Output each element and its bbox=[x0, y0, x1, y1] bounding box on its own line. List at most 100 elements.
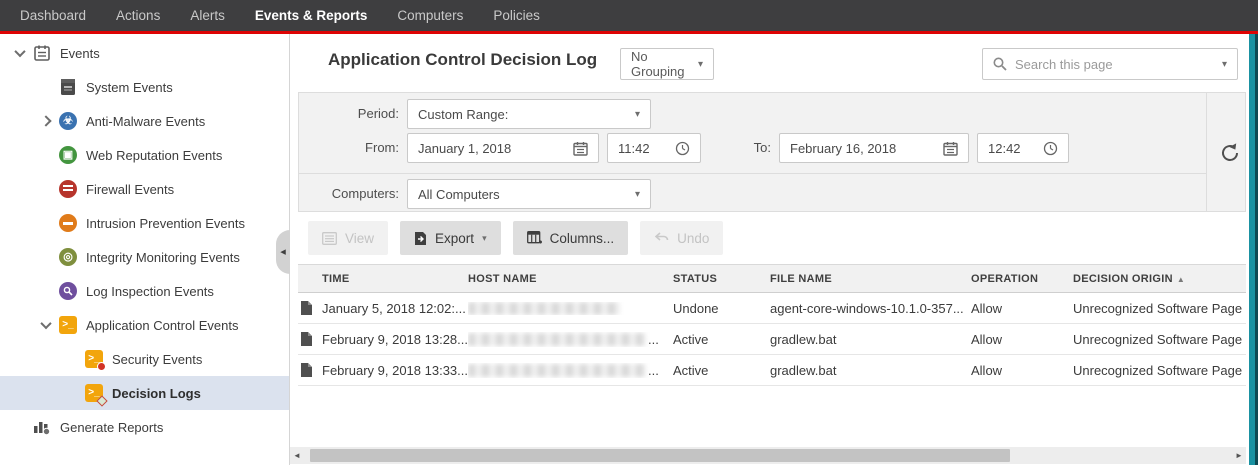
view-button[interactable]: View bbox=[308, 221, 388, 255]
sidebar-item-log-inspection-events[interactable]: Log Inspection Events bbox=[0, 274, 289, 308]
cell-time: January 5, 2018 12:02:... bbox=[322, 301, 468, 316]
expand-chevron-down-icon[interactable] bbox=[34, 321, 58, 329]
column-header-time[interactable]: TIME bbox=[322, 273, 468, 285]
expand-chevron-down-icon[interactable] bbox=[8, 49, 32, 57]
sidebar-item-label: Firewall Events bbox=[86, 182, 174, 197]
export-button-label: Export bbox=[435, 231, 474, 246]
from-time-input[interactable]: 11:42 bbox=[607, 133, 701, 163]
nav-actions[interactable]: Actions bbox=[116, 8, 160, 23]
sidebar-item-label: Generate Reports bbox=[60, 420, 163, 435]
refresh-icon bbox=[1218, 141, 1242, 165]
filter-vertical-divider bbox=[1206, 93, 1207, 213]
chevron-down-icon: ▾ bbox=[482, 233, 487, 244]
sidebar-item-application-control-events[interactable]: >_ Application Control Events bbox=[0, 308, 289, 342]
filter-divider bbox=[299, 173, 1206, 174]
redacted-host-name bbox=[468, 302, 620, 315]
column-header-file-name[interactable]: FILE NAME bbox=[770, 273, 971, 285]
grouping-dropdown[interactable]: No Grouping ▾ bbox=[620, 48, 714, 80]
view-button-label: View bbox=[345, 231, 374, 246]
calendar-icon[interactable] bbox=[573, 141, 588, 156]
filter-panel: Period: Custom Range: ▾ From: January 1,… bbox=[298, 92, 1246, 212]
sidebar-item-web-reputation-events[interactable]: ▣ Web Reputation Events bbox=[0, 138, 289, 172]
page-header: Application Control Decision Log No Grou… bbox=[290, 34, 1246, 92]
sidebar-item-intrusion-prevention-events[interactable]: Intrusion Prevention Events bbox=[0, 206, 289, 240]
to-label: To: bbox=[701, 133, 771, 163]
chevron-down-icon: ▾ bbox=[635, 189, 640, 200]
nav-alerts[interactable]: Alerts bbox=[190, 8, 225, 23]
period-select[interactable]: Custom Range: ▾ bbox=[407, 99, 651, 129]
to-date-input[interactable]: February 16, 2018 bbox=[779, 133, 969, 163]
cell-decision-origin: Unrecognized Software Page bbox=[1073, 363, 1246, 378]
chevron-down-icon: ▾ bbox=[698, 59, 703, 70]
clock-icon[interactable] bbox=[675, 141, 690, 156]
document-icon bbox=[298, 301, 322, 315]
sidebar-item-integrity-monitoring-events[interactable]: ◎ Integrity Monitoring Events bbox=[0, 240, 289, 274]
cell-decision-origin: Unrecognized Software Page bbox=[1073, 332, 1246, 347]
sidebar-item-generate-reports[interactable]: Generate Reports bbox=[0, 410, 289, 444]
sidebar-item-security-events[interactable]: >_ Security Events bbox=[0, 342, 289, 376]
scroll-left-arrow-icon[interactable]: ◄ bbox=[290, 451, 304, 460]
sidebar-item-label: Security Events bbox=[112, 352, 202, 367]
sidebar-item-label: Anti-Malware Events bbox=[86, 114, 205, 129]
sidebar-item-decision-logs[interactable]: >_ Decision Logs bbox=[0, 376, 289, 410]
computers-select[interactable]: All Computers ▾ bbox=[407, 179, 651, 209]
sidebar-item-system-events[interactable]: System Events bbox=[0, 70, 289, 104]
expand-chevron-right-icon[interactable] bbox=[34, 117, 58, 125]
refresh-button[interactable] bbox=[1214, 137, 1246, 169]
sidebar-item-label: Intrusion Prevention Events bbox=[86, 216, 245, 231]
scrollbar-track[interactable] bbox=[304, 447, 1232, 464]
sort-ascending-icon: ▲ bbox=[1177, 275, 1185, 284]
search-box[interactable]: ▾ bbox=[982, 48, 1238, 80]
redacted-host-name bbox=[468, 333, 646, 346]
column-header-operation[interactable]: OPERATION bbox=[971, 273, 1073, 285]
security-events-icon: >_ bbox=[84, 349, 104, 369]
table-row[interactable]: January 5, 2018 12:02:... Undone agent-c… bbox=[298, 293, 1246, 324]
from-time-value: 11:42 bbox=[618, 141, 667, 156]
log-inspection-icon bbox=[58, 281, 78, 301]
column-header-host-name[interactable]: HOST NAME bbox=[468, 273, 673, 285]
nav-policies[interactable]: Policies bbox=[493, 8, 540, 23]
column-header-decision-origin[interactable]: DECISION ORIGIN▲ bbox=[1073, 273, 1246, 285]
cell-operation: Allow bbox=[971, 301, 1073, 316]
sidebar-item-events[interactable]: Events bbox=[0, 36, 289, 70]
calendar-icon[interactable] bbox=[943, 141, 958, 156]
table-row[interactable]: February 9, 2018 13:33... ... Active gra… bbox=[298, 355, 1246, 386]
from-date-value: January 1, 2018 bbox=[418, 141, 565, 156]
host-suffix: ... bbox=[648, 332, 659, 347]
columns-button[interactable]: Columns... bbox=[513, 221, 629, 255]
scrollbar-thumb[interactable] bbox=[310, 449, 1010, 462]
system-events-icon bbox=[58, 77, 78, 97]
column-header-status[interactable]: STATUS bbox=[673, 273, 770, 285]
sidebar-item-anti-malware-events[interactable]: ☣ Anti-Malware Events bbox=[0, 104, 289, 138]
application-control-icon: >_ bbox=[58, 315, 78, 335]
from-date-input[interactable]: January 1, 2018 bbox=[407, 133, 599, 163]
page-title: Application Control Decision Log bbox=[328, 50, 597, 70]
cell-host-name: ... bbox=[468, 332, 673, 347]
scroll-right-arrow-icon[interactable]: ► bbox=[1232, 451, 1246, 460]
cell-operation: Allow bbox=[971, 363, 1073, 378]
clock-icon[interactable] bbox=[1043, 141, 1058, 156]
events-calendar-icon bbox=[32, 43, 52, 63]
nav-events-reports[interactable]: Events & Reports bbox=[255, 8, 368, 23]
search-input[interactable] bbox=[1015, 57, 1214, 72]
main-content: Application Control Decision Log No Grou… bbox=[290, 34, 1246, 465]
export-file-icon bbox=[414, 231, 427, 246]
export-button[interactable]: Export ▾ bbox=[400, 221, 501, 255]
host-suffix: ... bbox=[648, 363, 659, 378]
to-date-value: February 16, 2018 bbox=[790, 141, 935, 156]
nav-computers[interactable]: Computers bbox=[397, 8, 463, 23]
undo-arrow-icon bbox=[654, 232, 669, 244]
undo-button[interactable]: Undo bbox=[640, 221, 723, 255]
cell-decision-origin: Unrecognized Software Page bbox=[1073, 301, 1246, 316]
cell-status: Undone bbox=[673, 301, 770, 316]
to-time-input[interactable]: 12:42 bbox=[977, 133, 1069, 163]
document-icon bbox=[298, 363, 322, 377]
sidebar-item-label: Integrity Monitoring Events bbox=[86, 250, 240, 265]
search-dropdown-chevron-icon[interactable]: ▾ bbox=[1222, 59, 1227, 70]
sidebar-item-firewall-events[interactable]: Firewall Events bbox=[0, 172, 289, 206]
view-icon bbox=[322, 232, 337, 245]
sidebar-collapse-handle[interactable]: ◂ bbox=[276, 230, 290, 274]
table-row[interactable]: February 9, 2018 13:28... ... Active gra… bbox=[298, 324, 1246, 355]
decision-logs-icon: >_ bbox=[84, 383, 104, 403]
nav-dashboard[interactable]: Dashboard bbox=[20, 8, 86, 23]
